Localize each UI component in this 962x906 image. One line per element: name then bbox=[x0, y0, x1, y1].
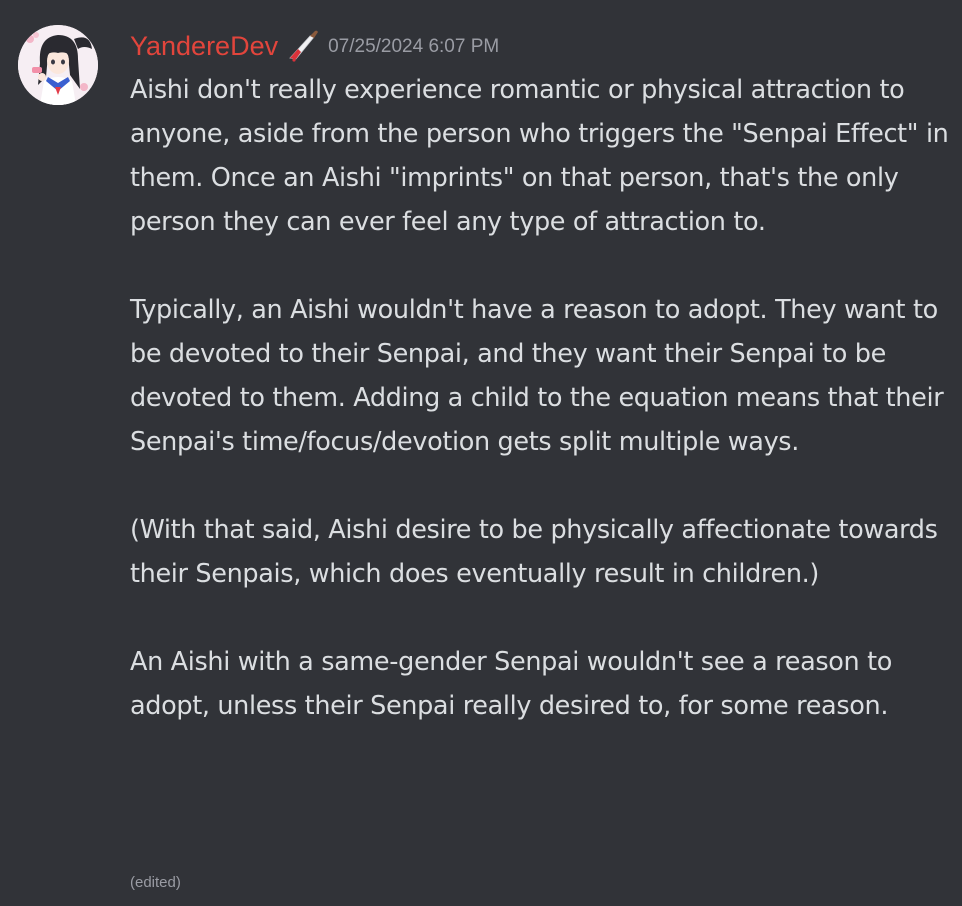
avatar-image bbox=[18, 25, 98, 105]
message-paragraph: Aishi don't really experience romantic o… bbox=[130, 75, 949, 237]
message-paragraph: Typically, an Aishi wouldn't have a reas… bbox=[130, 295, 944, 457]
timestamp[interactable]: 07/25/2024 6:07 PM bbox=[328, 29, 499, 65]
message-paragraph: An Aishi with a same-gender Senpai would… bbox=[130, 647, 893, 721]
message-header: YandereDev 07/25/2024 6:07 PM bbox=[130, 28, 499, 64]
message-paragraph: (With that said, Aishi desire to be phys… bbox=[130, 515, 938, 589]
chat-message: YandereDev 07/25/2024 6:07 PM Aishi don'… bbox=[0, 0, 962, 906]
knife-icon[interactable] bbox=[284, 28, 320, 64]
message-content: Aishi don't really experience romantic o… bbox=[130, 68, 958, 728]
edited-label: (edited) bbox=[130, 874, 181, 891]
username[interactable]: YandereDev bbox=[130, 28, 278, 64]
avatar[interactable] bbox=[18, 25, 98, 105]
